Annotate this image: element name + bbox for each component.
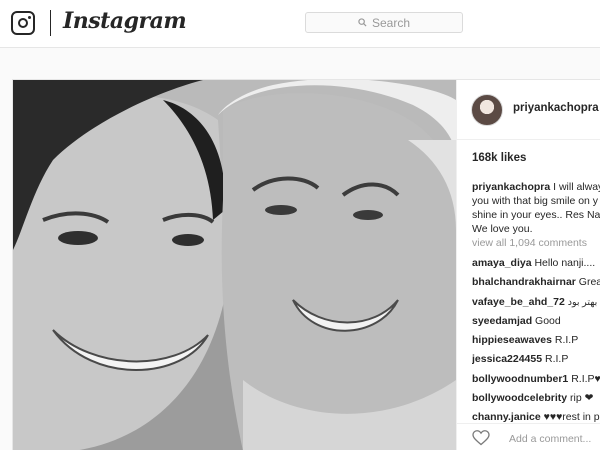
caption-username[interactable]: priyankachopra [472,181,550,193]
comment-username[interactable]: amaya_diya [472,257,532,269]
comment-row: bollywoodcelebrity rip ❤ [472,389,600,408]
comment-text: R.I.P [554,334,579,347]
view-all-comments-link[interactable]: view all 1,094 comments [472,237,587,249]
post-header: priyankachopra [457,80,600,140]
comment-username[interactable]: hippieseawaves [472,334,552,346]
comment-text: Great [578,276,600,289]
comment-row: bhalchandrakhairnar Great [472,273,600,292]
avatar[interactable] [471,94,503,126]
comment-username[interactable]: syeedamjad [472,315,532,327]
top-navigation-bar: Instagram Search [0,0,600,48]
post-photo[interactable] [13,80,456,450]
comment-username[interactable]: channy.janice [472,411,541,423]
comment-username[interactable]: bollywoodnumber1 [472,373,568,385]
comment-row: hippieseawaves R.I.P [472,331,600,350]
comment-row: amaya_diya Hello nanji.... [472,254,600,273]
post-card: priyankachopra 168k likes priyankachopra… [12,79,600,450]
comment-text: Hello nanji.... [534,257,596,269]
comment-username[interactable]: vafaye_be_ahd_72 [472,296,565,308]
post-caption: priyankachopra I will alway you with tha… [472,180,600,236]
search-placeholder: Search [371,15,411,30]
comment-text: ♥♥♥rest in p [543,411,600,424]
instagram-wordmark[interactable]: Instagram [63,8,187,34]
comment-list: amaya_diya Hello nanji.... bhalchandrakh… [472,254,600,428]
comment-text: R.I.P [545,353,569,366]
comment-text: Good [535,314,561,327]
logo-divider [50,10,51,36]
post-author-username[interactable]: priyankachopra [513,102,599,114]
add-comment-input[interactable]: Add a comment... [509,433,591,445]
add-comment-bar: Add a comment... [457,423,600,450]
heart-icon[interactable] [472,430,490,446]
comment-username[interactable]: jessica224455 [472,353,542,365]
like-count[interactable]: 168k likes [472,152,526,164]
comment-text: R.I.P♥♥ [571,372,600,385]
instagram-glyph-icon[interactable] [11,11,35,35]
comment-row: jessica224455 R.I.P [472,350,600,369]
comment-username[interactable]: bhalchandrakhairnar [472,276,576,288]
comment-text: بهتر بود [567,296,598,308]
comment-text: rip ❤ [570,392,594,405]
search-input[interactable]: Search [305,12,463,33]
comment-row: vafaye_be_ahd_72 بهتر بود [472,293,600,312]
comment-row: bollywoodnumber1 R.I.P♥♥ [472,370,600,389]
comment-username[interactable]: bollywoodcelebrity [472,392,567,404]
comment-row: syeedamjad Good [472,312,600,331]
post-sidebar: priyankachopra 168k likes priyankachopra… [456,80,600,450]
search-icon [358,18,367,27]
